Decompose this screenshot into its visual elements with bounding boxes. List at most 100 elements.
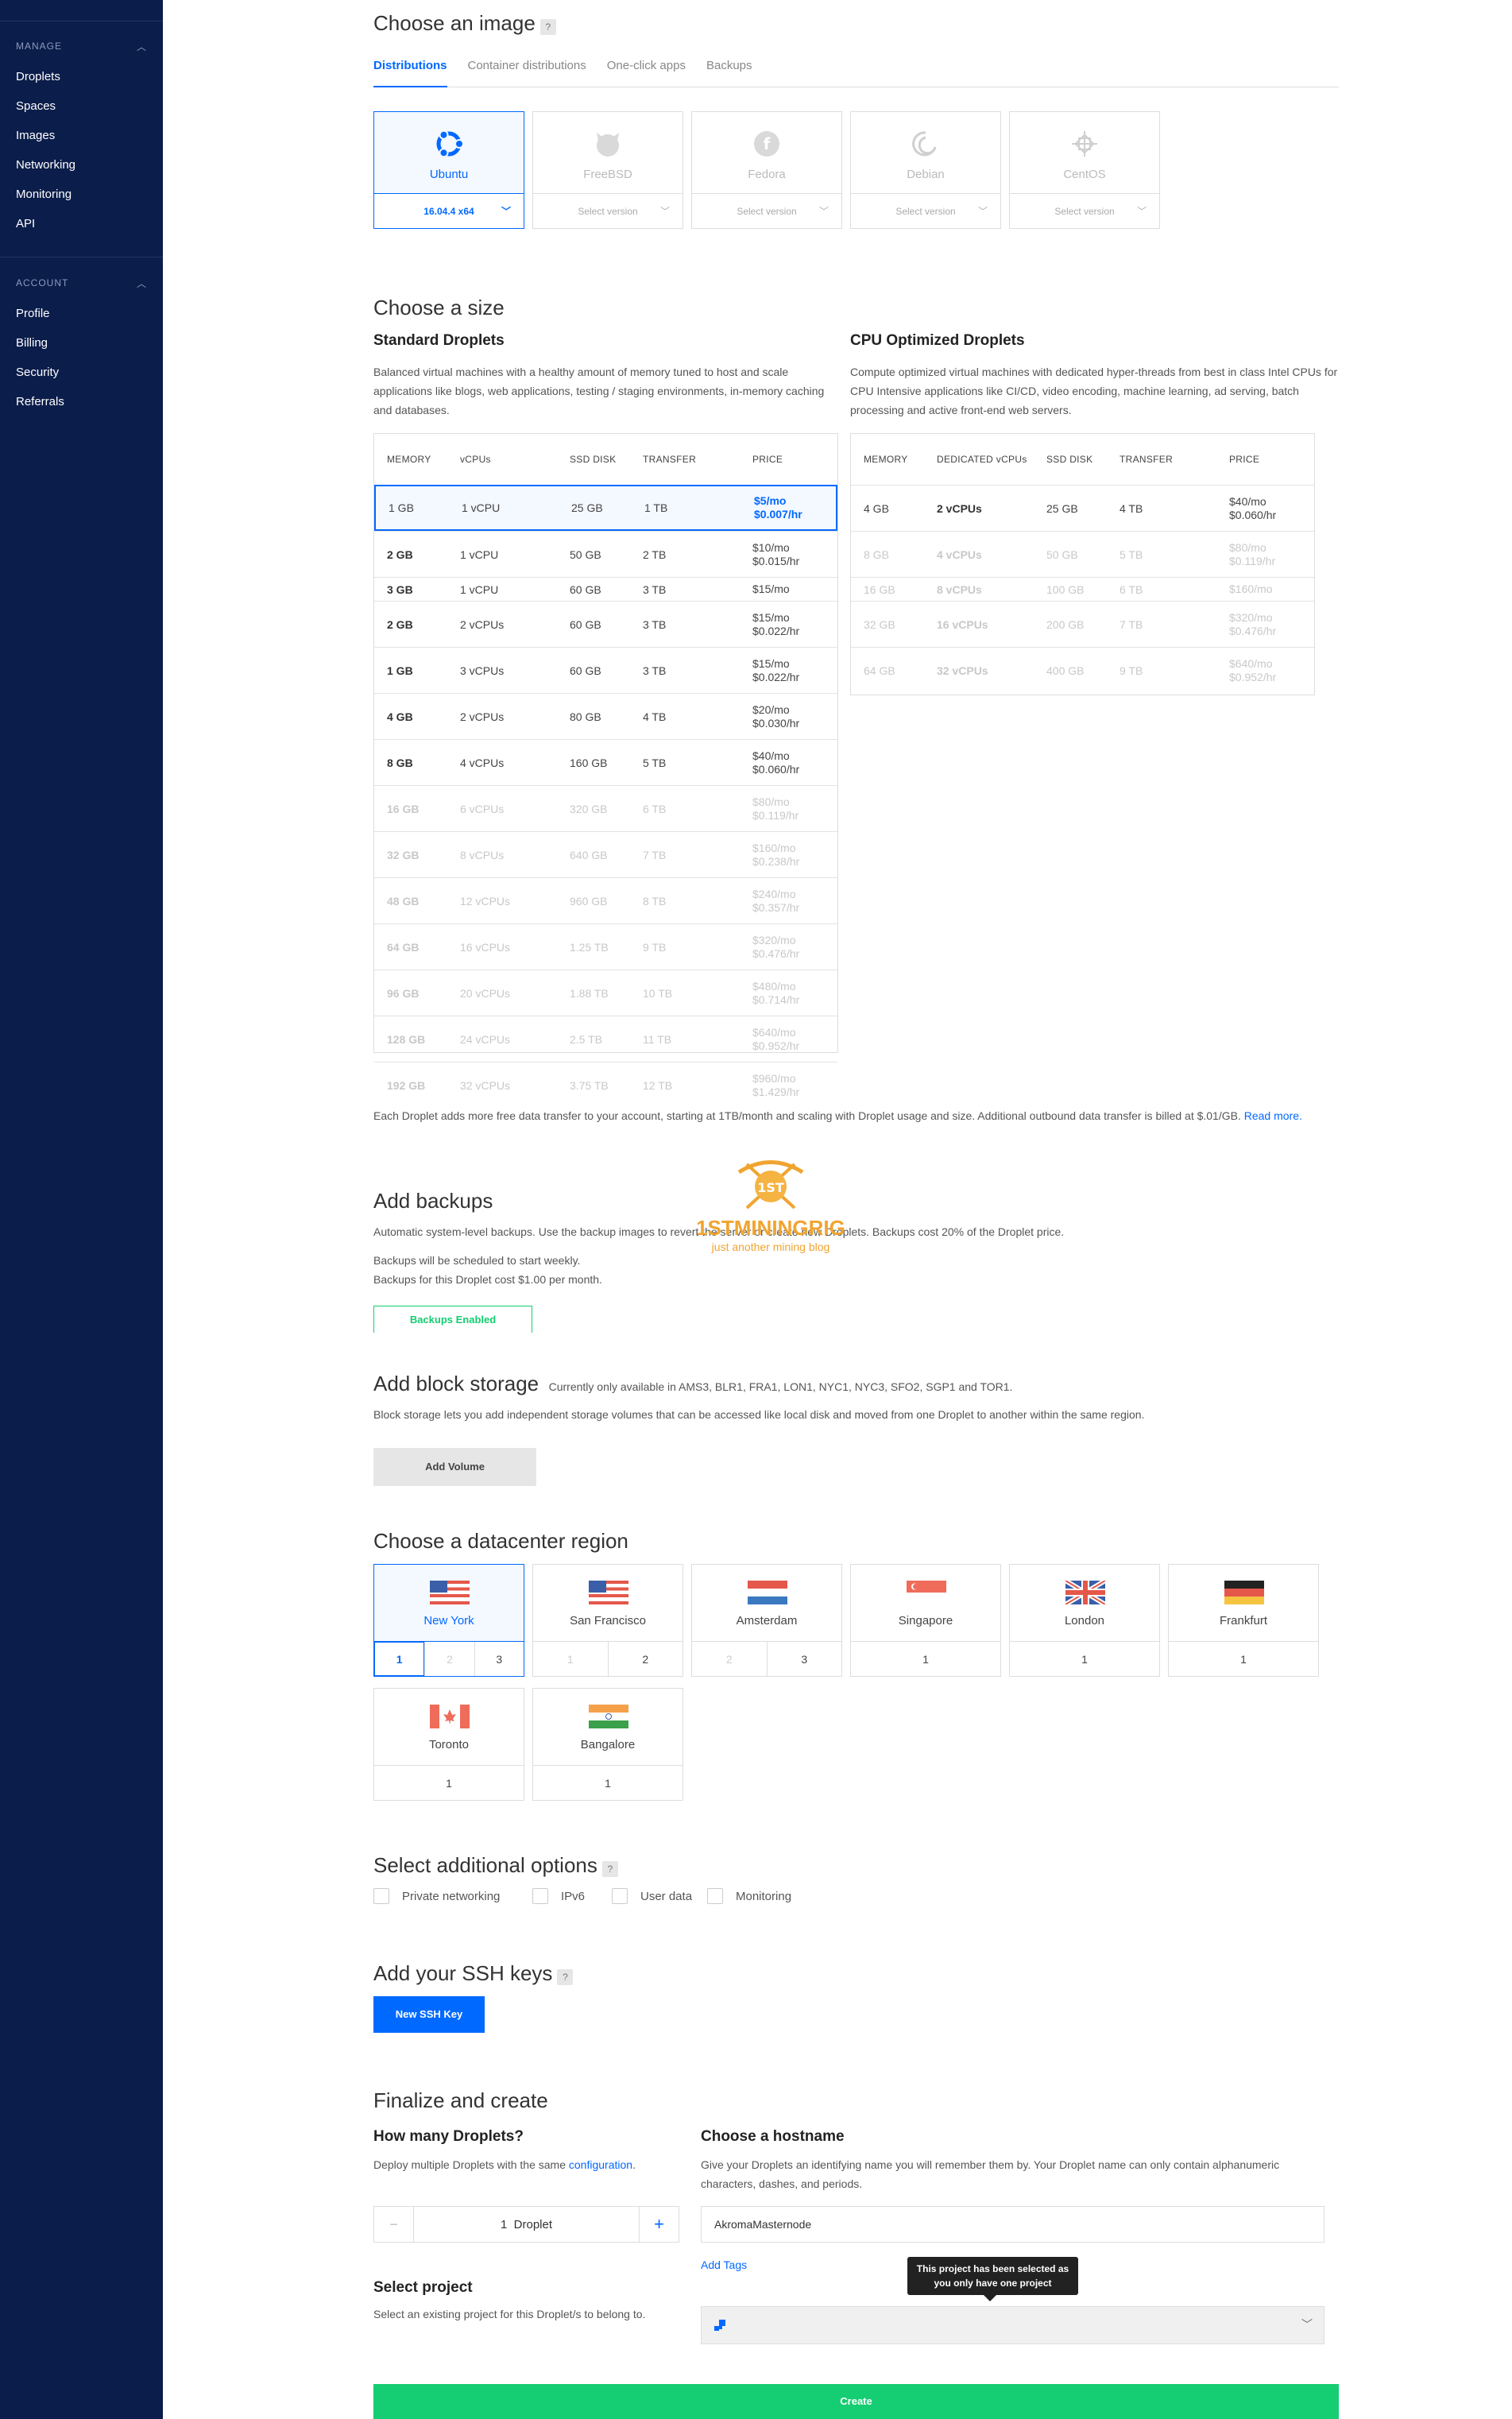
sidebar-item-spaces[interactable]: Spaces [0,91,163,121]
datacenter-option[interactable]: 1 [533,1766,683,1800]
table-row[interactable]: 128 GB 24 vCPUs 2.5 TB 11 TB $640/mo $0.952/h… [374,1016,837,1062]
table-row[interactable]: 8 GB 4 vCPUs 160 GB 5 TB $40/mo $0.060/hr [374,739,837,785]
datacenter-option[interactable]: 1 [1169,1642,1318,1676]
distro-card-centos[interactable]: CentOS Select version ﹀ [1009,111,1160,229]
option-private-networking[interactable]: Private networking [373,1888,500,1904]
checkbox[interactable] [707,1888,723,1904]
distro-card-debian[interactable]: Debian Select version ﹀ [850,111,1001,229]
distro-version-select[interactable]: Select version ﹀ [851,193,1000,228]
table-row[interactable]: 96 GB 20 vCPUs 1.88 TB 10 TB $480/mo $0.714/h… [374,970,837,1016]
distro-version-select[interactable]: Select version ﹀ [1010,193,1159,228]
datacenter-option[interactable]: 2 [607,1642,683,1676]
row-vcpus: 2 vCPUs [460,710,505,723]
table-row[interactable]: 1 GB 3 vCPUs 60 GB 3 TB $15/mo $0.022/hr [374,647,837,693]
decrement-button[interactable]: − [374,2207,414,2242]
watermark-tagline: just another mining blog [711,1240,830,1253]
row-memory: 1 GB [387,664,413,677]
region-card-frankfurt[interactable]: Frankfurt 1 [1168,1564,1319,1677]
us-flag-icon [430,1581,470,1604]
sidebar-item-security[interactable]: Security [0,358,163,387]
option-monitoring[interactable]: Monitoring [707,1888,791,1904]
checkbox[interactable] [612,1888,628,1904]
table-row[interactable]: 4 GB 2 vCPUs 25 GB 4 TB $40/mo $0.060/hr [851,485,1314,531]
table-row[interactable]: 32 GB 16 vCPUs 200 GB 7 TB $320/mo $0.476/hr [851,601,1314,647]
row-memory: 32 GB [864,617,895,631]
finalize-title: Finalize and create [373,2088,548,2112]
tab-container-distributions[interactable]: Container distributions [468,57,586,87]
sidebar-item-api[interactable]: API [0,209,163,238]
table-row[interactable]: 1 GB 1 vCPU 25 GB 1 TB $5/mo $0.007/hr [374,485,837,531]
tab-one-click-apps[interactable]: One-click apps [607,57,686,87]
table-row[interactable]: 3 GB 1 vCPU 60 GB 3 TB $15/mo [374,577,837,601]
distro-version-select[interactable]: Select version ﹀ [692,193,841,228]
option-user-data[interactable]: User data [612,1888,692,1904]
region-card-new-york[interactable]: New York 1 2 3 [373,1564,524,1677]
sidebar-item-billing[interactable]: Billing [0,328,163,358]
region-card-san-francisco[interactable]: San Francisco 1 2 [532,1564,683,1677]
checkbox[interactable] [532,1888,548,1904]
add-tags-link[interactable]: Add Tags [701,2258,747,2271]
distro-card-fedora[interactable]: f Fedora Select version ﹀ [691,111,842,229]
sidebar-item-monitoring[interactable]: Monitoring [0,180,163,209]
distro-name: CentOS [1063,168,1106,181]
datacenter-option[interactable]: 3 [766,1642,842,1676]
region-card-amsterdam[interactable]: Amsterdam 2 3 [691,1564,842,1677]
help-icon[interactable]: ? [601,1860,618,1877]
option-ipv6[interactable]: IPv6 [532,1888,585,1904]
row-memory: 64 GB [864,664,895,677]
increment-button[interactable]: + [639,2207,679,2242]
help-icon[interactable]: ? [539,18,556,35]
table-row[interactable]: 64 GB 32 vCPUs 400 GB 9 TB $640/mo $0.952/hr [851,647,1314,693]
region-card-toronto[interactable]: Toronto 1 [373,1688,524,1801]
datacenter-option[interactable]: 3 [474,1642,524,1676]
droplet-quantity-stepper[interactable]: − 1 Droplet + [373,2206,679,2243]
sidebar-item-droplets[interactable]: Droplets [0,62,163,91]
row-transfer: 11 TB [643,1032,672,1046]
table-row[interactable]: 2 GB 2 vCPUs 60 GB 3 TB $15/mo $0.022/hr [374,601,837,647]
datacenter-option[interactable]: 1 [374,1766,524,1800]
table-row[interactable]: 8 GB 4 vCPUs 50 GB 5 TB $80/mo $0.119/hr [851,531,1314,577]
datacenter-option: 2 [424,1642,474,1676]
distro-version-select[interactable]: Select version ﹀ [533,193,683,228]
checkbox[interactable] [373,1888,389,1904]
distro-card-freebsd[interactable]: FreeBSD Select version ﹀ [532,111,683,229]
region-card-singapore[interactable]: Singapore 1 [850,1564,1001,1677]
new-ssh-key-button[interactable]: New SSH Key [373,1996,485,2033]
sidebar-item-profile[interactable]: Profile [0,299,163,328]
datacenter-option[interactable]: 1 [374,1642,425,1676]
hostname-input[interactable]: AkromaMasternode [701,2206,1324,2243]
sidebar-item-images[interactable]: Images [0,121,163,150]
row-memory: 16 GB [864,582,895,596]
add-volume-button[interactable]: Add Volume [373,1448,536,1486]
table-row[interactable]: 16 GB 8 vCPUs 100 GB 6 TB $160/mo [851,577,1314,601]
read-more-link[interactable]: Read more. [1244,1109,1302,1122]
distro-version-select[interactable]: 16.04.4 x64 ﹀ [374,193,524,228]
region-card-london[interactable]: London 1 [1009,1564,1160,1677]
table-row[interactable]: 32 GB 8 vCPUs 640 GB 7 TB $160/mo $0.238/hr [374,831,837,877]
tab-distributions[interactable]: Distributions [373,57,447,87]
sidebar-item-referrals[interactable]: Referrals [0,387,163,416]
table-row[interactable]: 4 GB 2 vCPUs 80 GB 4 TB $20/mo $0.030/hr [374,693,837,739]
datacenter-option[interactable]: 1 [851,1642,1000,1676]
distro-card-ubuntu[interactable]: Ubuntu 16.04.4 x64 ﹀ [373,111,524,229]
configuration-link[interactable]: configuration [569,2158,632,2171]
table-row[interactable]: 48 GB 12 vCPUs 960 GB 8 TB $240/mo $0.357/hr [374,877,837,923]
table-row[interactable]: 16 GB 6 vCPUs 320 GB 6 TB $80/mo $0.119/hr [374,785,837,831]
tab-backups[interactable]: Backups [706,57,752,87]
sidebar-account-header[interactable]: ACCOUNT ︿ [0,275,163,291]
datacenter-option[interactable]: 1 [1010,1642,1159,1676]
table-row[interactable]: 192 GB 32 vCPUs 3.75 TB 12 TB $960/mo $1.429/… [374,1062,837,1108]
backups-enabled-button[interactable]: Backups Enabled [373,1306,532,1333]
project-select[interactable]: ﹀ [701,2306,1324,2344]
col-ssd-disk: SSD DISK [1046,454,1093,465]
row-vcpus: 20 vCPUs [460,986,511,1000]
sidebar-manage-header[interactable]: MANAGE ︿ [0,38,163,54]
sidebar-item-networking[interactable]: Networking [0,150,163,180]
backups-title: Add backups [373,1189,493,1213]
table-row[interactable]: 2 GB 1 vCPU 50 GB 2 TB $10/mo $0.015/hr [374,531,837,577]
help-icon[interactable]: ? [557,1968,574,1985]
row-vcpus: 2 vCPUs [460,617,505,631]
table-row[interactable]: 64 GB 16 vCPUs 1.25 TB 9 TB $320/mo $0.476/hr [374,923,837,970]
region-card-bangalore[interactable]: Bangalore 1 [532,1688,683,1801]
create-button[interactable]: Create [373,2384,1339,2419]
